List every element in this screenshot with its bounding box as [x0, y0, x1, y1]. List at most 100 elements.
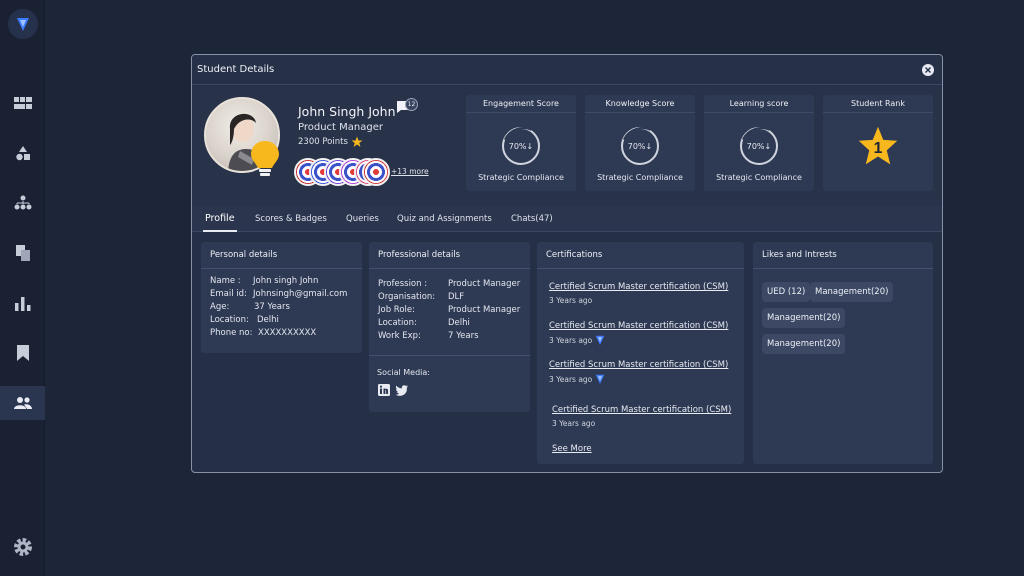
score-value: 70%↓	[746, 141, 772, 151]
certification-link[interactable]: Certified Scrum Master certification (CS…	[549, 321, 728, 331]
detail-value: Product Manager	[448, 279, 521, 289]
star-icon	[351, 136, 363, 147]
time-text: 3 Years ago	[549, 374, 593, 384]
settings-icon[interactable]	[0, 530, 45, 564]
score-subtitle: Strategic Compliance	[478, 173, 564, 182]
lightbulb-icon	[251, 141, 279, 176]
score-ring: 70%↓	[502, 127, 540, 165]
certifications-card: Certifications Certified Scrum Master ce…	[537, 242, 744, 464]
tab-profile[interactable]: Profile	[203, 206, 237, 232]
professional-details-card: Professional details Profession : Produc…	[369, 242, 530, 412]
detail-value: Product Manager	[448, 305, 521, 315]
target-badge-icon	[362, 158, 390, 186]
score-value: 70%↓	[627, 141, 653, 151]
time-text: 3 Years ago	[549, 296, 593, 305]
close-icon	[925, 66, 931, 73]
detail-value: 37 Years	[254, 302, 290, 312]
detail-value: DLF	[448, 292, 465, 302]
tab-quiz-assignments[interactable]: Quiz and Assignments	[397, 206, 492, 232]
card-title: Likes and Intrests	[753, 242, 933, 269]
profile-tabs: Profile Scores & Badges Queries Quiz and…	[192, 206, 942, 232]
detail-value: John singh John	[253, 276, 319, 286]
certification-link[interactable]: Certified Scrum Master certification (CS…	[549, 282, 728, 292]
certificate-badge-icon	[595, 374, 605, 384]
certificate-badge-icon	[595, 335, 605, 345]
student-name: John Singh John	[298, 104, 396, 119]
points-text: 2300 Points	[298, 137, 348, 147]
detail-label: Phone no:	[210, 328, 253, 338]
logo-icon	[17, 18, 29, 31]
interest-chip[interactable]: Management(20)	[810, 282, 894, 302]
detail-value: XXXXXXXXXX	[258, 328, 317, 338]
detail-value: Delhi	[448, 318, 470, 328]
divider	[369, 355, 530, 356]
points-display: 2300 Points	[298, 136, 363, 148]
score-title: Knowledge Score	[585, 95, 695, 113]
more-badges-link[interactable]: +13 more	[391, 167, 429, 176]
social-media-label: Social Media:	[377, 368, 430, 377]
certification-time: 3 Years ago	[549, 334, 605, 346]
score-title: Engagement Score	[466, 95, 576, 113]
likes-interests-card: Likes and Intrests UED (12) Management(2…	[753, 242, 933, 464]
score-value: 70%↓	[508, 141, 534, 151]
student-rank-card: Student Rank 1	[823, 95, 933, 191]
detail-label: Profession :	[378, 279, 428, 289]
profile-summary: John Singh John 12 Product Manager 2300 …	[192, 86, 942, 206]
detail-value: Johnsingh@gmail.com	[253, 289, 348, 299]
certification-time: 3 Years ago	[552, 419, 595, 428]
tab-chats[interactable]: Chats(47)	[511, 206, 553, 232]
certification-time: 3 Years ago	[549, 296, 592, 305]
shapes-icon[interactable]	[0, 136, 45, 170]
twitter-icon[interactable]	[395, 385, 408, 396]
score-title: Learning score	[704, 95, 814, 113]
dialog-title: Student Details	[197, 64, 275, 75]
personal-details-card: Personal details Name : John singh John …	[201, 242, 362, 353]
detail-label: Name :	[210, 276, 241, 286]
detail-label: Location:	[210, 315, 249, 325]
interest-chip[interactable]: Management(20)	[762, 334, 846, 354]
card-title: Personal details	[201, 242, 362, 269]
time-text: 3 Years ago	[552, 419, 596, 428]
dialog-header: Student Details	[192, 55, 942, 85]
student-details-dialog: Student Details John Singh John 12 Produ…	[191, 54, 943, 473]
analytics-icon[interactable]	[0, 286, 45, 320]
score-subtitle: Strategic Compliance	[716, 173, 802, 182]
detail-label: Email id:	[210, 289, 247, 299]
knowledge-score-card: Knowledge Score 70%↓ Strategic Complianc…	[585, 95, 695, 191]
detail-label: Job Role:	[378, 305, 415, 315]
chat-count-badge: 12	[405, 98, 418, 111]
detail-value: Delhi	[257, 315, 279, 325]
students-icon[interactable]	[0, 386, 45, 420]
detail-label: Location:	[378, 318, 417, 328]
documents-icon[interactable]	[0, 236, 45, 270]
sidebar	[0, 0, 45, 576]
rank-star-icon: 1	[858, 126, 898, 165]
bookmark-icon[interactable]	[0, 336, 45, 370]
rank-value: 1	[874, 140, 883, 157]
tab-queries[interactable]: Queries	[346, 206, 379, 232]
detail-label: Age:	[210, 302, 230, 312]
tab-scores-badges[interactable]: Scores & Badges	[255, 206, 327, 232]
certification-time: 3 Years ago	[549, 373, 605, 385]
interest-chip[interactable]: Management(20)	[762, 308, 846, 328]
learning-score-card: Learning score 70%↓ Strategic Compliance	[704, 95, 814, 191]
time-text: 3 Years ago	[549, 335, 593, 345]
student-role: Product Manager	[298, 122, 383, 133]
score-ring: 70%↓	[740, 127, 778, 165]
dashboard-icon[interactable]	[0, 86, 45, 120]
card-title: Certifications	[537, 242, 744, 269]
app-logo[interactable]	[8, 9, 38, 39]
score-subtitle: Strategic Compliance	[597, 173, 683, 182]
linkedin-icon[interactable]	[378, 384, 390, 396]
certification-link[interactable]: Certified Scrum Master certification (CS…	[552, 405, 731, 415]
close-button[interactable]	[922, 63, 934, 76]
org-chart-icon[interactable]	[0, 186, 45, 220]
score-ring: 70%↓	[621, 127, 659, 165]
rank-title: Student Rank	[823, 95, 933, 113]
certification-link[interactable]: Certified Scrum Master certification (CS…	[549, 360, 728, 370]
see-more-link[interactable]: See More	[552, 444, 592, 454]
detail-label: Organisation:	[378, 292, 436, 302]
detail-label: Work Exp:	[378, 331, 421, 341]
interest-chip[interactable]: UED (12)	[762, 282, 811, 302]
card-title: Professional details	[369, 242, 530, 269]
